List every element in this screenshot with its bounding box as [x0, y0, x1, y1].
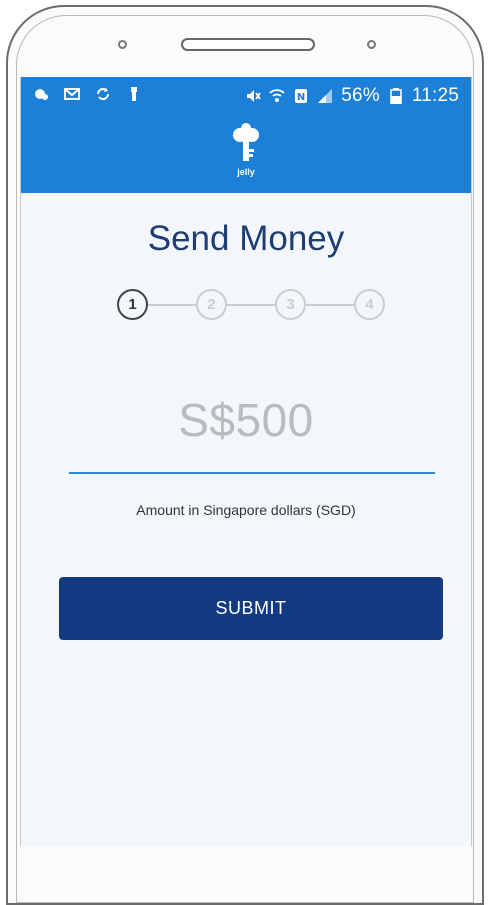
wifi-icon [269, 88, 285, 104]
step-2: 2 [196, 289, 227, 320]
step-connector [148, 304, 196, 306]
svg-text:N: N [297, 92, 305, 103]
amount-hint: Amount in Singapore dollars (SGD) [136, 502, 356, 518]
step-connector [306, 304, 354, 306]
mail-icon [64, 86, 80, 102]
proximity-sensor [367, 40, 376, 49]
amount-input[interactable]: S$500 [21, 393, 471, 447]
step-3: 3 [275, 289, 306, 320]
logo-text: jelly [237, 167, 255, 177]
earpiece-speaker [181, 38, 315, 51]
mute-icon [245, 88, 261, 104]
signal-icon [317, 88, 333, 104]
clock: 11:25 [411, 85, 459, 106]
jelly-key-icon [233, 123, 259, 161]
battery-icon [388, 88, 404, 104]
step-4: 4 [354, 289, 385, 320]
progress-stepper: 1 2 3 4 [117, 289, 393, 325]
nfc-icon: N [293, 88, 309, 104]
usb-icon [126, 86, 142, 102]
submit-button[interactable]: SUBMIT [59, 577, 443, 640]
sync-icon [95, 86, 111, 102]
front-camera [118, 40, 127, 49]
status-bar: N 56% 11:25 [21, 77, 471, 115]
jelly-logo: jelly [230, 123, 262, 183]
step-1: 1 [117, 289, 148, 320]
battery-percent: 56% [341, 85, 380, 106]
page-title: Send Money [147, 219, 345, 258]
notification-icon [33, 86, 49, 102]
step-connector [227, 304, 275, 306]
amount-input-underline [69, 472, 435, 474]
app-screen: N 56% 11:25 jelly Send Money 1 2 3 4 S$5… [20, 77, 472, 846]
app-bar: N 56% 11:25 jelly [21, 77, 471, 193]
